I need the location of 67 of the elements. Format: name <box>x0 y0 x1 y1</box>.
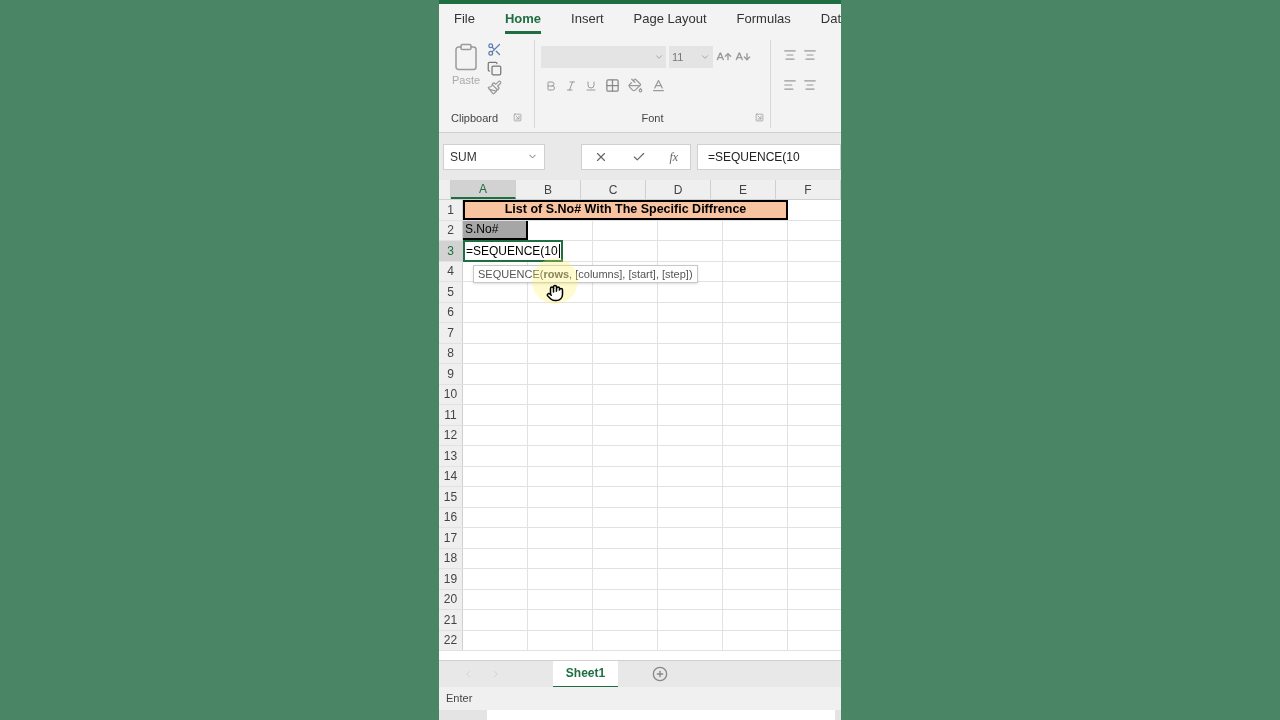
column-header[interactable]: B <box>516 180 581 199</box>
format-painter-icon[interactable] <box>487 80 502 95</box>
underline-icon[interactable] <box>585 79 597 92</box>
row-header[interactable]: 19 <box>439 569 463 589</box>
column-header[interactable]: C <box>581 180 646 199</box>
name-box[interactable]: SUM <box>443 143 545 170</box>
header-cell: S.No# <box>463 220 528 240</box>
align-left-icon[interactable] <box>783 78 797 92</box>
ribbon-tab[interactable]: Formulas <box>736 6 791 34</box>
row-header[interactable]: 13 <box>439 446 463 466</box>
align-center-icon[interactable] <box>803 78 817 92</box>
row-header[interactable]: 16 <box>439 507 463 527</box>
row-header[interactable]: 1 <box>439 200 463 220</box>
ribbon-tab[interactable]: File <box>454 6 475 34</box>
row-header[interactable]: 20 <box>439 589 463 609</box>
borders-icon[interactable] <box>605 78 620 93</box>
function-tooltip: SEQUENCE(rows, [columns], [start], [step]) <box>473 265 698 283</box>
row-header[interactable]: 18 <box>439 548 463 568</box>
row-header[interactable]: 5 <box>439 282 463 302</box>
row-header[interactable]: 15 <box>439 487 463 507</box>
ribbon-tab[interactable]: Page Layout <box>633 6 707 34</box>
row-header[interactable]: 12 <box>439 425 463 445</box>
column-header[interactable]: E <box>711 180 776 199</box>
font-color-icon[interactable] <box>651 78 666 93</box>
row-header[interactable]: 8 <box>439 343 463 363</box>
row-header[interactable]: 21 <box>439 610 463 630</box>
ribbon-tab[interactable]: Insert <box>571 6 604 34</box>
italic-icon[interactable] <box>565 79 577 92</box>
fill-color-icon[interactable] <box>628 78 643 93</box>
dropdown-icon <box>700 52 710 62</box>
row-header[interactable]: 14 <box>439 466 463 486</box>
row-header[interactable]: 2 <box>439 220 463 240</box>
insert-function-button[interactable]: fx <box>669 147 679 166</box>
font-name-field[interactable] <box>541 46 666 68</box>
copy-icon[interactable] <box>487 61 502 76</box>
row-header[interactable]: 22 <box>439 630 463 650</box>
row-header[interactable]: 6 <box>439 302 463 322</box>
ribbon-tab[interactable]: Home <box>504 6 542 34</box>
row-header[interactable]: 17 <box>439 528 463 548</box>
row-header[interactable]: 11 <box>439 405 463 425</box>
column-header[interactable]: D <box>646 180 711 199</box>
group-label: Font <box>641 110 664 126</box>
bold-icon[interactable] <box>545 79 557 92</box>
column-header[interactable]: F <box>776 180 841 199</box>
row-header[interactable]: 9 <box>439 364 463 384</box>
cut-icon[interactable] <box>487 42 502 57</box>
ribbon-tab[interactable]: Dat <box>820 6 841 34</box>
add-sheet-icon[interactable] <box>652 666 668 682</box>
sheet-tab[interactable]: Sheet1 <box>553 660 618 688</box>
dialog-launcher-icon[interactable] <box>755 113 764 123</box>
align-icon[interactable] <box>803 48 817 62</box>
dropdown-icon <box>654 52 664 62</box>
group-label: Clipboard <box>451 110 499 126</box>
align-icon[interactable] <box>783 48 797 62</box>
status-mode: Enter <box>446 691 473 707</box>
column-header[interactable]: A <box>451 180 516 199</box>
formula-field[interactable]: =SEQUENCE(10 <box>697 143 841 170</box>
row-header[interactable]: 4 <box>439 261 463 281</box>
font-size-field[interactable]: 11 <box>669 46 713 68</box>
row-header[interactable]: 7 <box>439 323 463 343</box>
row-header[interactable]: 3 <box>439 241 463 261</box>
paste-label: Paste <box>451 73 481 88</box>
hand-cursor-icon <box>546 284 564 302</box>
editing-cell[interactable]: =SEQUENCE(10 <box>463 240 563 262</box>
title-cell: List of S.No# With The Specific Diffrence <box>463 200 788 220</box>
dialog-launcher-icon[interactable] <box>513 113 522 123</box>
row-header[interactable]: 10 <box>439 384 463 404</box>
